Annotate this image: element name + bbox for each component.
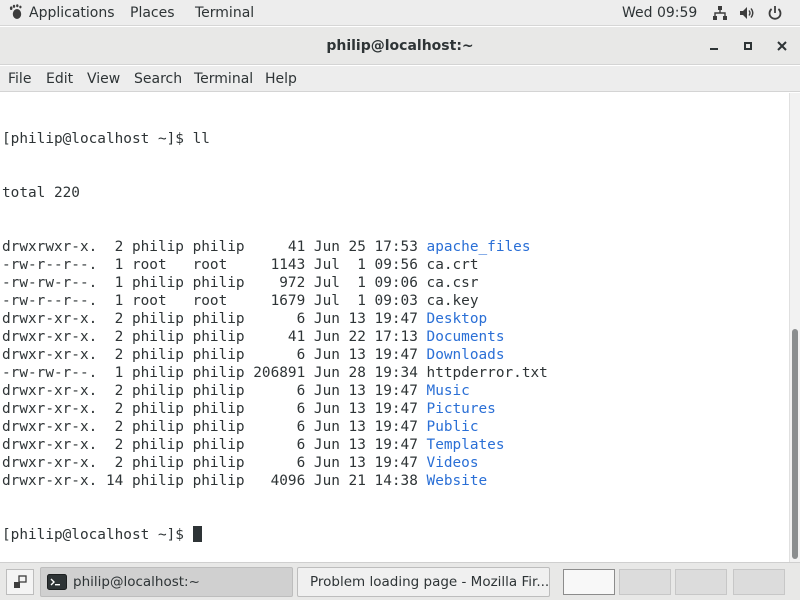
listing-row: drwxr-xr-x. 2 philip philip 6 Jun 13 19:… — [2, 346, 548, 364]
listing-row: drwxr-xr-x. 2 philip philip 6 Jun 13 19:… — [2, 382, 548, 400]
file-name: ca.key — [426, 293, 479, 309]
network-icon[interactable] — [712, 5, 728, 21]
directory-name: Documents — [426, 329, 505, 345]
terminal-area[interactable]: [philip@localhost ~]$ ll total 220 drwxr… — [0, 93, 789, 562]
file-meta: -rw-rw-r--. 1 philip philip 206891 Jun 2… — [2, 365, 427, 381]
minimize-icon — [710, 48, 718, 50]
file-name: ca.csr — [426, 275, 479, 291]
listing-row: -rw-rw-r--. 1 philip philip 206891 Jun 2… — [2, 364, 548, 382]
directory-name: Website — [426, 473, 488, 489]
show-desktop-button[interactable] — [6, 569, 34, 595]
workspace-3[interactable] — [675, 569, 727, 595]
listing-row: drwxr-xr-x. 2 philip philip 6 Jun 13 19:… — [2, 310, 548, 328]
minimize-button[interactable] — [705, 37, 723, 55]
listing-row: drwxr-xr-x. 14 philip philip 4096 Jun 21… — [2, 472, 548, 490]
listing-row: drwxrwxr-x. 2 philip philip 41 Jun 25 17… — [2, 238, 548, 256]
directory-name: Pictures — [426, 401, 496, 417]
file-meta: -rw-r--r--. 1 root root 1143 Jul 1 09:56 — [2, 257, 427, 273]
text-cursor — [192, 526, 202, 542]
workspace-4[interactable] — [733, 569, 785, 595]
file-meta: drwxr-xr-x. 2 philip philip 6 Jun 13 19:… — [2, 455, 427, 471]
current-prompt-line: [philip@localhost ~]$ — [2, 526, 548, 544]
window-titlebar[interactable]: philip@localhost:~ — [0, 27, 800, 65]
menu-view[interactable]: View — [87, 66, 120, 92]
listing-row: drwxr-xr-x. 2 philip philip 6 Jun 13 19:… — [2, 454, 548, 472]
listing-row: -rw-r--r--. 1 root root 1143 Jul 1 09:56… — [2, 256, 548, 274]
close-icon — [777, 41, 787, 51]
listing-row: drwxr-xr-x. 2 philip philip 6 Jun 13 19:… — [2, 418, 548, 436]
file-meta: drwxr-xr-x. 2 philip philip 6 Jun 13 19:… — [2, 383, 427, 399]
file-meta: drwxr-xr-x. 2 philip philip 6 Jun 13 19:… — [2, 437, 427, 453]
file-meta: drwxr-xr-x. 2 philip philip 41 Jun 22 17… — [2, 329, 427, 345]
menubar: File Edit View Search Terminal Help — [0, 66, 800, 92]
menu-edit[interactable]: Edit — [46, 66, 73, 92]
menu-search[interactable]: Search — [134, 66, 182, 92]
file-meta: drwxrwxr-x. 2 philip philip 41 Jun 25 17… — [2, 239, 427, 255]
listing-row: drwxr-xr-x. 2 philip philip 6 Jun 13 19:… — [2, 436, 548, 454]
listing-row: drwxr-xr-x. 2 philip philip 6 Jun 13 19:… — [2, 400, 548, 418]
clock[interactable]: Wed 09:59 — [622, 0, 697, 26]
terminal-scrollbar[interactable] — [789, 93, 800, 562]
total-line: total 220 — [2, 185, 80, 201]
taskbar-item-terminal[interactable]: philip@localhost:~ — [40, 567, 293, 597]
applications-label: Applications — [29, 5, 115, 21]
prompt: [philip@localhost ~]$ — [2, 527, 193, 543]
taskbar: philip@localhost:~ Problem loading page … — [0, 562, 800, 600]
workspace-1[interactable] — [563, 569, 615, 595]
menu-file[interactable]: File — [8, 66, 31, 92]
workspace-2[interactable] — [619, 569, 671, 595]
top-bar: Applications Places Terminal Wed 09:59 — [0, 0, 800, 26]
terminal-output: [philip@localhost ~]$ ll total 220 drwxr… — [2, 94, 548, 562]
window-title: philip@localhost:~ — [326, 38, 474, 54]
menu-help[interactable]: Help — [265, 66, 297, 92]
maximize-icon — [744, 42, 752, 50]
places-menu[interactable]: Places — [130, 0, 175, 26]
scrollbar-thumb[interactable] — [792, 329, 798, 559]
file-name: httpderror.txt — [426, 365, 548, 381]
menu-terminal[interactable]: Terminal — [194, 66, 253, 92]
directory-name: apache_files — [426, 239, 531, 255]
gnome-foot-icon — [9, 4, 22, 19]
directory-name: Music — [426, 383, 470, 399]
file-meta: drwxr-xr-x. 2 philip philip 6 Jun 13 19:… — [2, 419, 427, 435]
terminal-icon — [47, 574, 67, 590]
directory-name: Public — [426, 419, 479, 435]
directory-name: Desktop — [426, 311, 488, 327]
terminal-app-menu[interactable]: Terminal — [195, 0, 254, 26]
file-meta: drwxr-xr-x. 2 philip philip 6 Jun 13 19:… — [2, 347, 427, 363]
power-icon[interactable] — [767, 5, 783, 21]
listing-row: drwxr-xr-x. 2 philip philip 41 Jun 22 17… — [2, 328, 548, 346]
applications-menu[interactable]: Applications — [8, 0, 115, 26]
file-meta: -rw-r--r--. 1 root root 1679 Jul 1 09:03 — [2, 293, 427, 309]
taskbar-item-firefox[interactable]: Problem loading page - Mozilla Fir... — [297, 567, 550, 597]
volume-icon[interactable] — [739, 5, 755, 21]
command-line: [philip@localhost ~]$ ll — [2, 131, 210, 147]
taskbar-item-label: philip@localhost:~ — [73, 574, 200, 590]
directory-name: Templates — [426, 437, 505, 453]
show-desktop-icon — [14, 575, 27, 588]
maximize-button[interactable] — [739, 37, 757, 55]
file-name: ca.crt — [426, 257, 479, 273]
listing-row: -rw-rw-r--. 1 philip philip 972 Jul 1 09… — [2, 274, 548, 292]
close-button[interactable] — [773, 37, 791, 55]
directory-name: Videos — [426, 455, 479, 471]
listing-row: -rw-r--r--. 1 root root 1679 Jul 1 09:03… — [2, 292, 548, 310]
file-meta: drwxr-xr-x. 2 philip philip 6 Jun 13 19:… — [2, 401, 427, 417]
file-meta: drwxr-xr-x. 2 philip philip 6 Jun 13 19:… — [2, 311, 427, 327]
file-listing: drwxrwxr-x. 2 philip philip 41 Jun 25 17… — [2, 238, 548, 490]
directory-name: Downloads — [426, 347, 505, 363]
file-meta: -rw-rw-r--. 1 philip philip 972 Jul 1 09… — [2, 275, 427, 291]
file-meta: drwxr-xr-x. 14 philip philip 4096 Jun 21… — [2, 473, 427, 489]
taskbar-item-label: Problem loading page - Mozilla Fir... — [310, 574, 550, 590]
